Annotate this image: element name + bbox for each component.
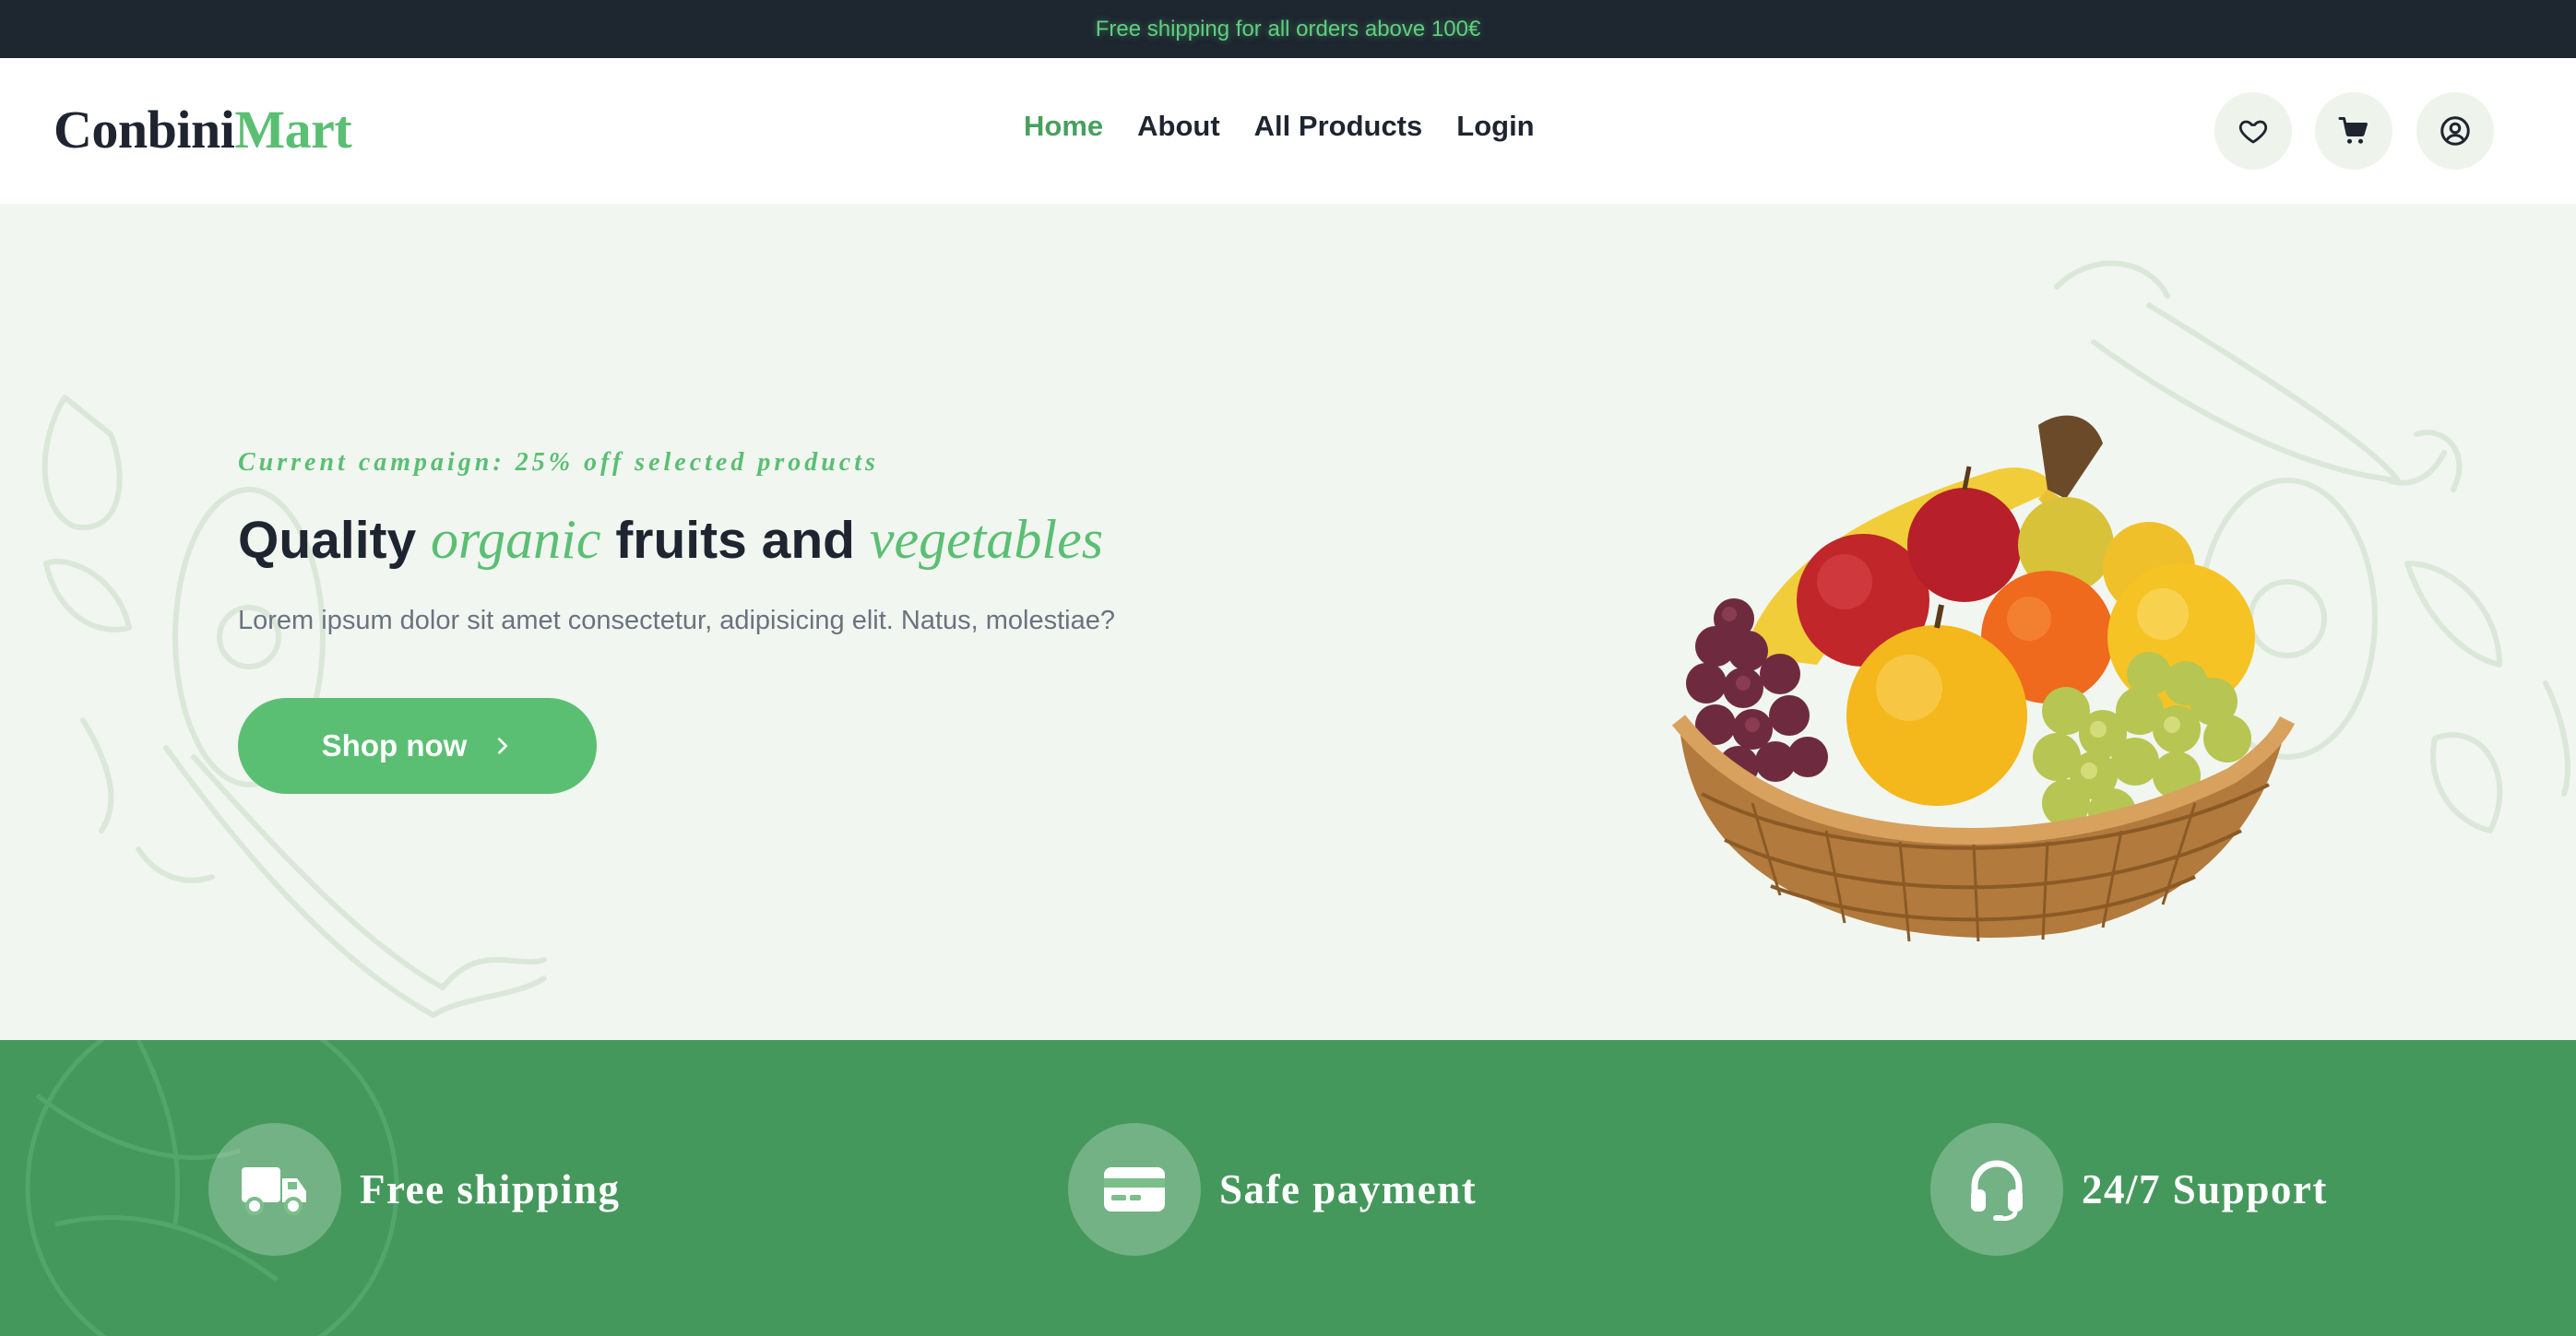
headline-words-fruits-and: fruits and bbox=[600, 511, 870, 570]
announcement-bar: Free shipping for all orders above 100€ bbox=[0, 0, 2576, 58]
nav-login[interactable]: Login bbox=[1456, 110, 1534, 143]
nav-all-products[interactable]: All Products bbox=[1254, 110, 1423, 143]
feature-icon-circle bbox=[1068, 1123, 1201, 1256]
user-icon bbox=[2440, 116, 2470, 146]
headline-word-organic: organic bbox=[431, 509, 601, 570]
feature-title: 24/7 Support bbox=[2082, 1166, 2328, 1212]
feature-free-shipping: Free shipping bbox=[208, 1123, 620, 1256]
feature-safe-payment: Safe payment bbox=[1068, 1123, 1477, 1256]
site-header: ConbiniMart Home About All Products Logi… bbox=[0, 58, 2576, 204]
headline-word-quality: Quality bbox=[238, 511, 432, 570]
headset-icon bbox=[1971, 1160, 2023, 1221]
chevron-right-icon bbox=[498, 738, 508, 754]
cart-button[interactable] bbox=[2315, 92, 2392, 170]
feature-support: 24/7 Support bbox=[1930, 1123, 2328, 1256]
feature-title: Free shipping bbox=[360, 1166, 621, 1212]
heart-icon bbox=[2238, 120, 2268, 144]
brand-name-part1: Conbini bbox=[53, 100, 235, 160]
cart-icon bbox=[2338, 117, 2368, 144]
hero-section: Current campaign: 25% off selected produ… bbox=[0, 204, 2576, 1040]
credit-card-icon bbox=[1104, 1167, 1165, 1212]
truck-icon bbox=[242, 1167, 306, 1215]
feature-icon-circle bbox=[208, 1123, 341, 1256]
feature-title: Safe payment bbox=[1219, 1166, 1478, 1212]
fruit-basket-image bbox=[1671, 415, 2296, 941]
features-band: Free shipping Safe payment 24/7 Support bbox=[0, 1040, 2576, 1336]
headline-word-vegetables: vegetables bbox=[869, 509, 1104, 570]
brand-logo[interactable]: ConbiniMart bbox=[53, 99, 352, 160]
shop-now-button[interactable]: Shop now bbox=[238, 698, 597, 794]
nav-about[interactable]: About bbox=[1137, 110, 1220, 143]
shop-now-label: Shop now bbox=[321, 728, 468, 763]
wishlist-button[interactable] bbox=[2214, 92, 2292, 170]
nav-home[interactable]: Home bbox=[1024, 110, 1103, 143]
campaign-label: Current campaign: 25% off selected produ… bbox=[238, 448, 879, 477]
feature-icon-circle bbox=[1930, 1123, 2063, 1256]
brand-name-part2: Mart bbox=[234, 100, 352, 160]
announcement-text: Free shipping for all orders above 100€ bbox=[1095, 16, 1481, 41]
account-button[interactable] bbox=[2416, 92, 2494, 170]
hero-headline: Quality organic fruits and vegetables bbox=[238, 508, 1103, 572]
hero-description: Lorem ipsum dolor sit amet consectetur, … bbox=[238, 606, 1115, 635]
main-nav: Home About All Products Login bbox=[1024, 110, 1535, 143]
